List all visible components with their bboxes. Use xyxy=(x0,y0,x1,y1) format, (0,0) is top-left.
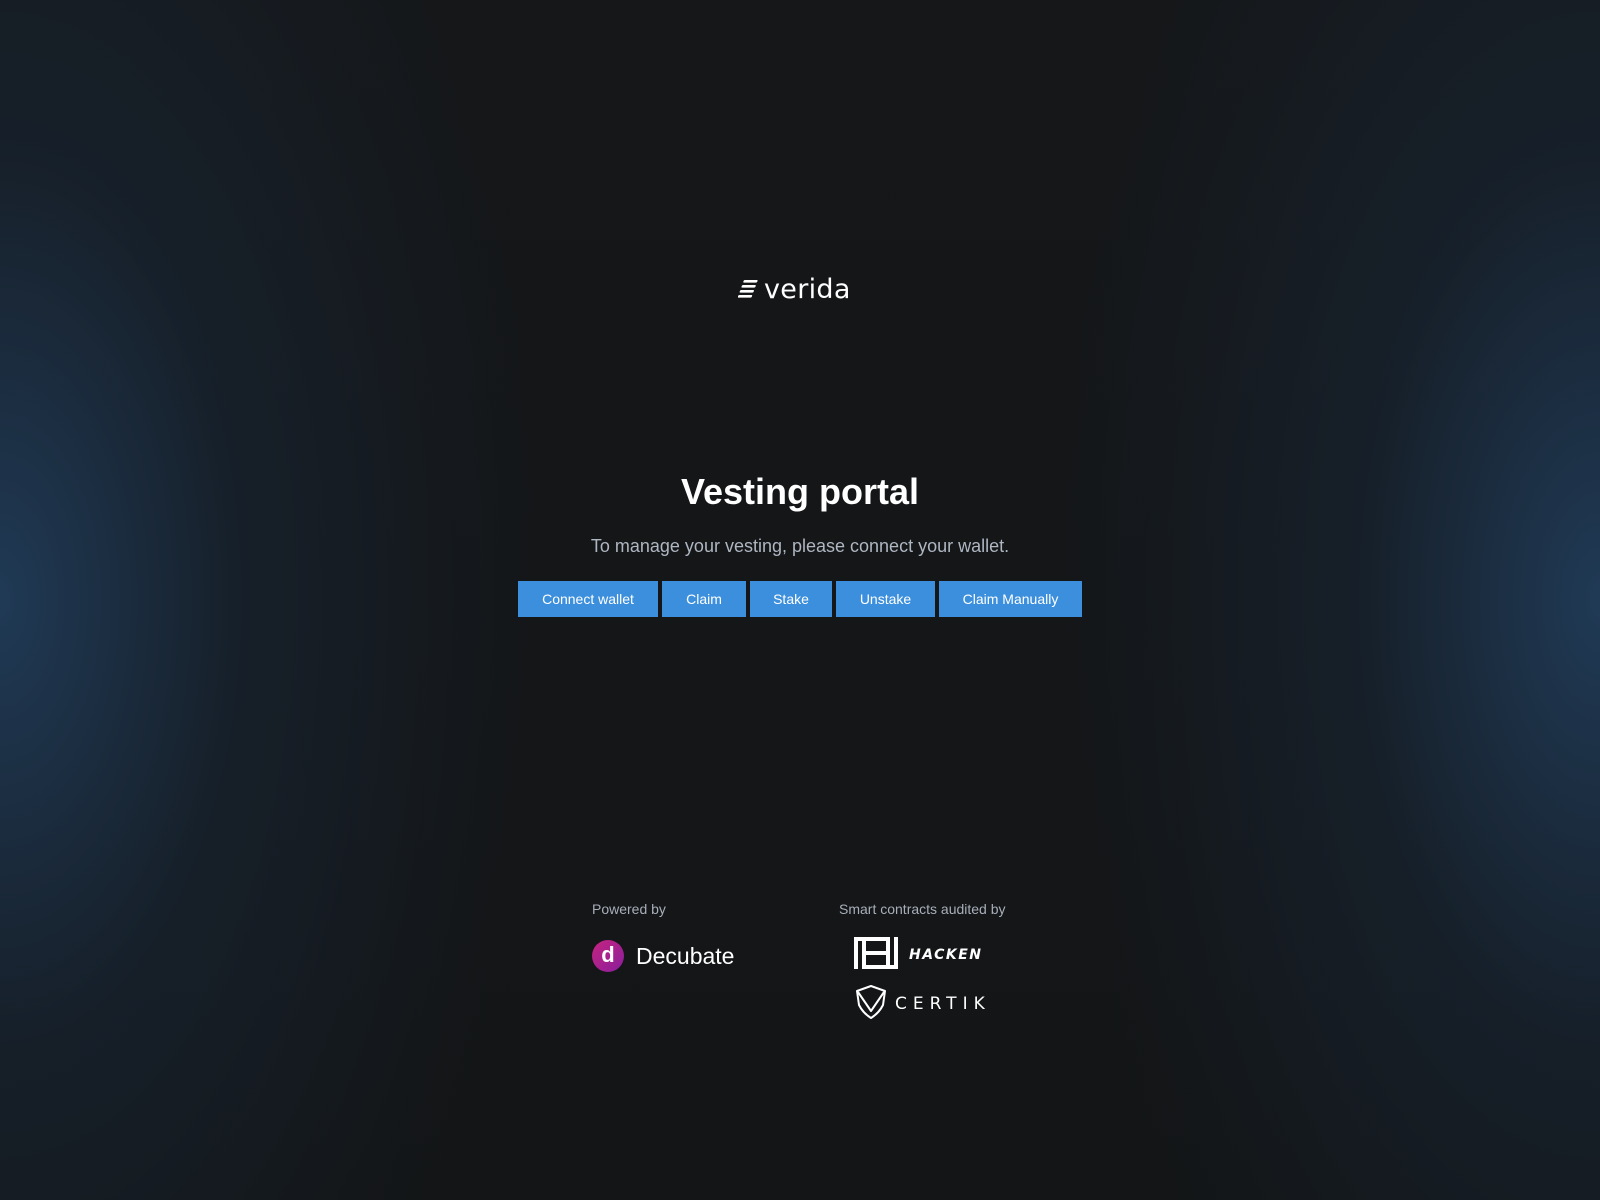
hacken-name: HACKEN xyxy=(909,947,983,963)
hacken-logo[interactable]: HACKEN xyxy=(853,936,983,974)
decubate-mark-letter: d xyxy=(601,942,615,967)
hacken-logo-icon xyxy=(853,936,899,974)
decubate-logo[interactable]: d Decubate xyxy=(592,940,734,972)
connect-wallet-button[interactable]: Connect wallet xyxy=(518,581,658,617)
stake-button[interactable]: Stake xyxy=(750,581,832,617)
decubate-logo-icon: d xyxy=(592,940,624,972)
certik-logo[interactable]: CERTIK xyxy=(855,984,991,1024)
certik-name: CERTIK xyxy=(895,994,991,1014)
claim-button[interactable]: Claim xyxy=(662,581,746,617)
page-subtitle: To manage your vesting, please connect y… xyxy=(590,536,1010,556)
certik-shield-icon xyxy=(855,984,887,1024)
page-title: Vesting portal xyxy=(680,471,920,512)
powered-by-label: Powered by xyxy=(592,901,666,917)
verida-stripes-icon xyxy=(738,277,760,301)
verida-logo-text: verida xyxy=(764,273,851,305)
audited-by-label: Smart contracts audited by xyxy=(839,901,1006,917)
verida-logo: verida xyxy=(738,272,858,306)
claim-manually-button[interactable]: Claim Manually xyxy=(939,581,1082,617)
unstake-button[interactable]: Unstake xyxy=(836,581,935,617)
action-buttons: Connect wallet Claim Stake Unstake Claim… xyxy=(518,581,1082,617)
decubate-name: Decubate xyxy=(636,942,735,969)
